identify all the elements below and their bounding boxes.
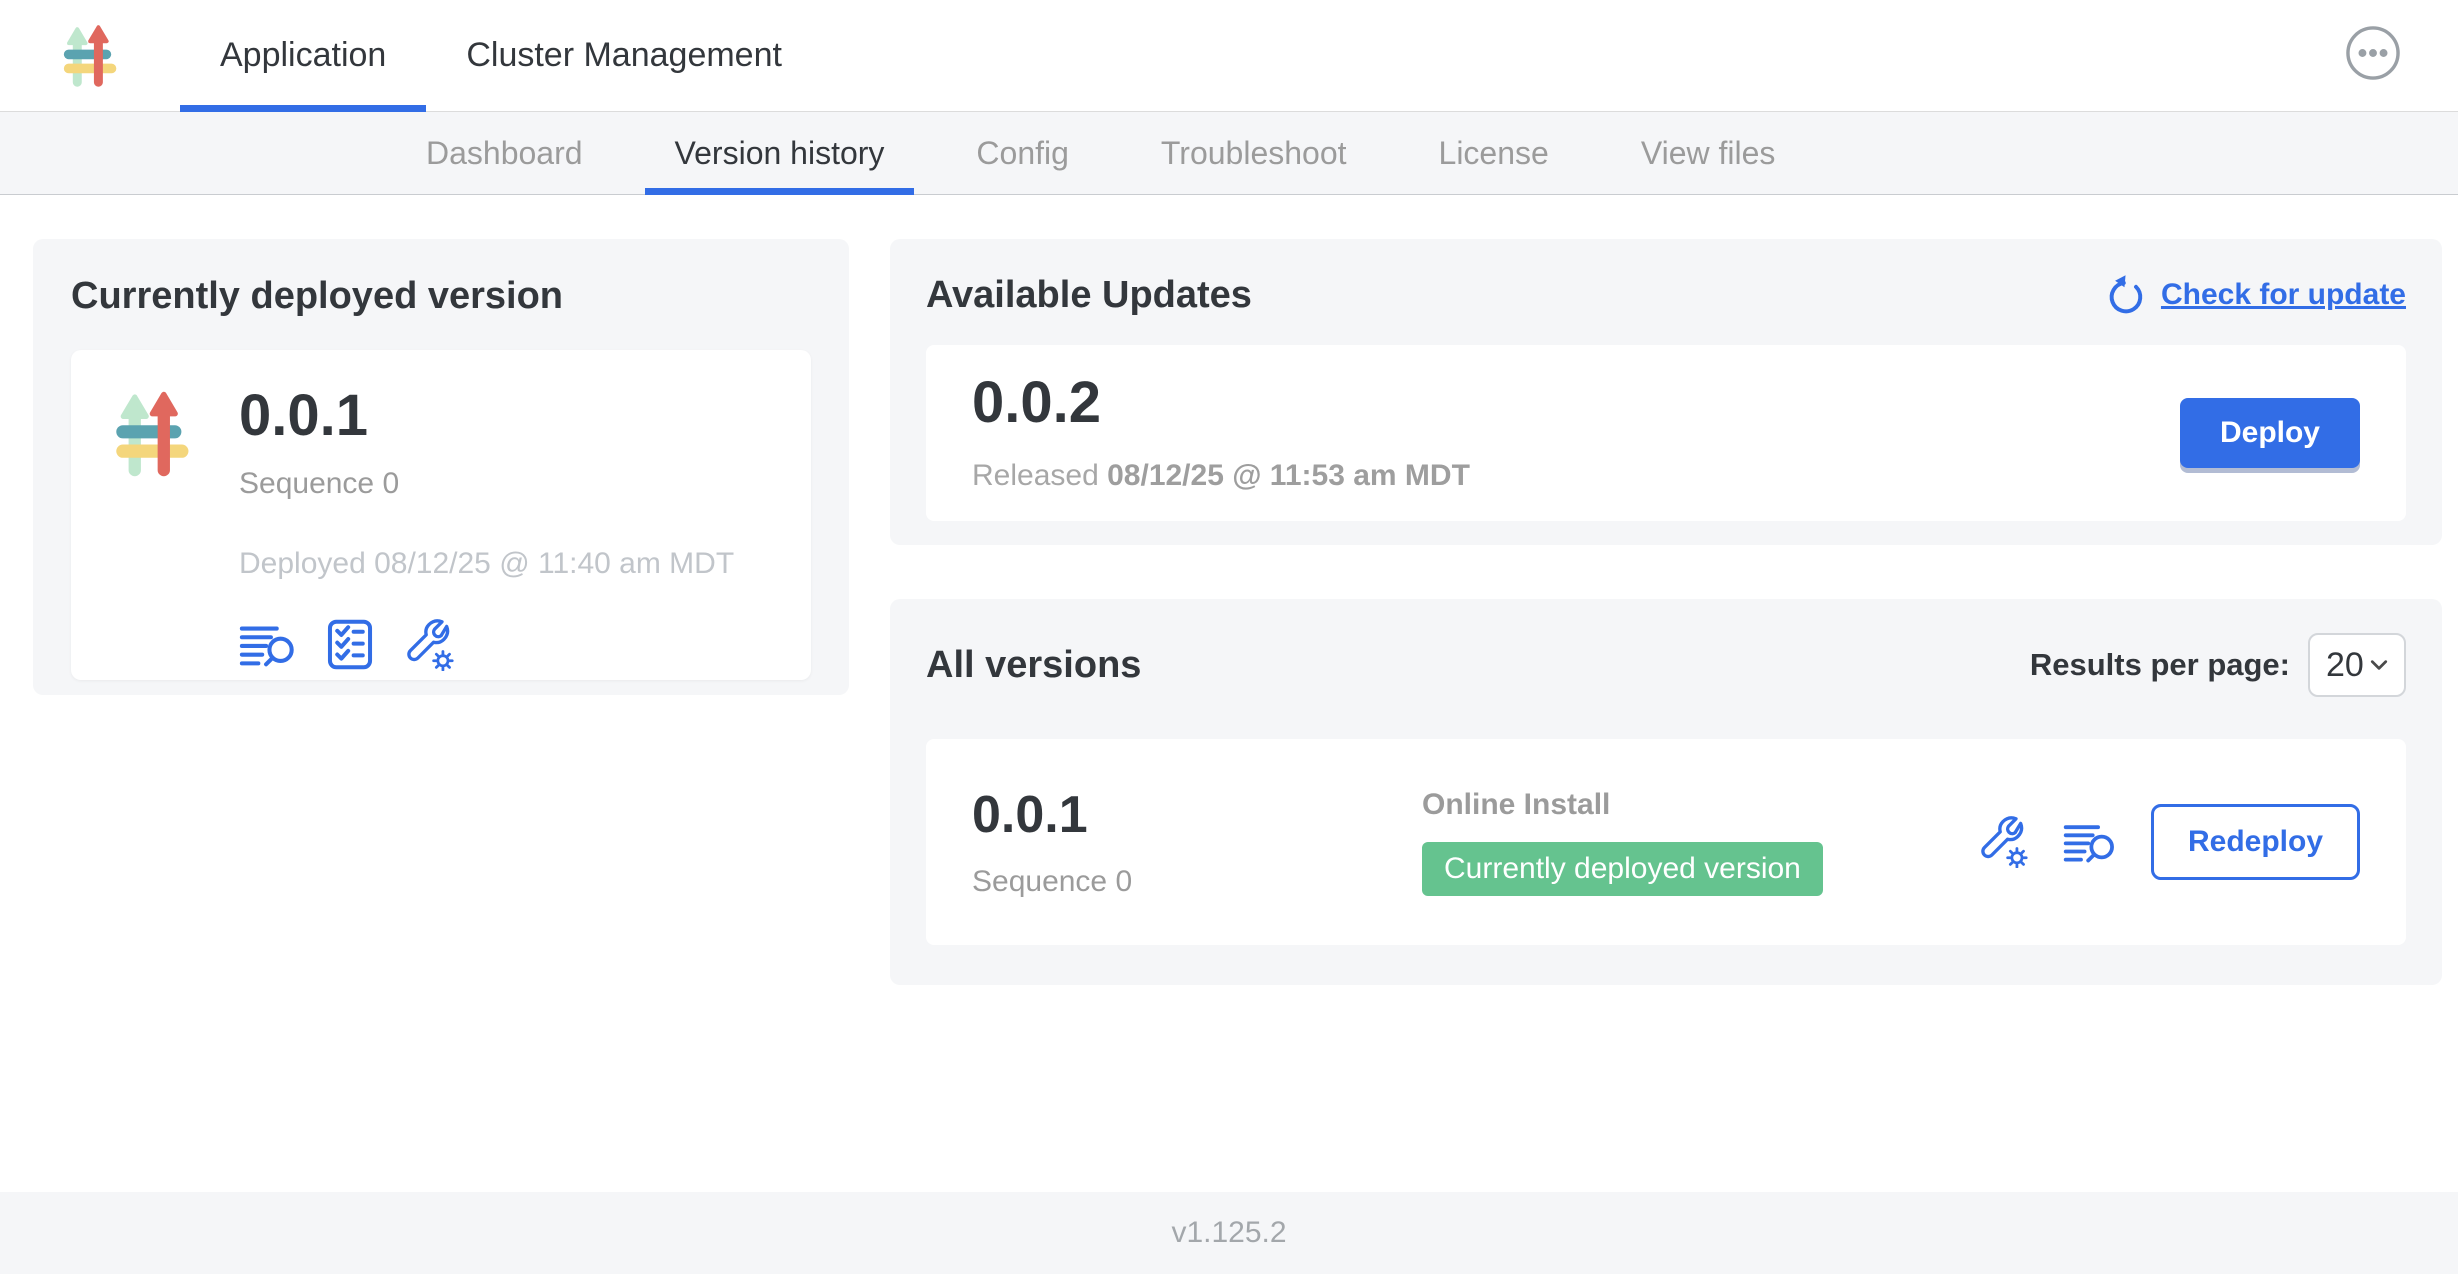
check-for-update-link[interactable]: Check for update	[2103, 273, 2406, 317]
deployed-card-title: Currently deployed version	[71, 275, 811, 318]
subnav-tab-troubleshoot[interactable]: Troubleshoot	[1131, 112, 1377, 194]
release-notes-diff-icon[interactable]	[2063, 821, 2117, 864]
header-right	[2344, 24, 2402, 87]
results-per-page-value: 20	[2326, 646, 2364, 685]
release-notes-diff-icon[interactable]	[239, 622, 297, 668]
results-per-page-label: Results per page:	[2030, 647, 2290, 683]
deploy-button[interactable]: Deploy	[2180, 398, 2360, 468]
active-tab-underline	[180, 105, 426, 112]
update-released-line: Released 08/12/25 @ 11:53 am MDT	[972, 459, 1470, 493]
results-per-page-select[interactable]: 20	[2308, 633, 2406, 697]
config-wrench-gear-icon[interactable]	[403, 619, 455, 671]
released-prefix: Released	[972, 459, 1099, 492]
deployed-version-number: 0.0.1	[239, 386, 734, 447]
row-version-info: 0.0.1 Sequence 0	[972, 785, 1422, 899]
subnav-tab-view-files[interactable]: View files	[1611, 112, 1806, 194]
tab-application[interactable]: Application	[180, 0, 426, 111]
row-sequence: Sequence 0	[972, 865, 1422, 899]
active-subnav-underline	[645, 188, 915, 195]
tab-cluster-management[interactable]: Cluster Management	[426, 0, 822, 111]
preflight-checks-icon[interactable]	[327, 619, 373, 670]
app-subnav: Dashboard Version history Config Trouble…	[0, 112, 2458, 195]
header-tabs: Application Cluster Management	[180, 0, 822, 111]
chevron-down-icon	[2370, 659, 2388, 671]
available-updates-title: Available Updates	[926, 274, 1252, 317]
tab-cluster-management-label: Cluster Management	[466, 36, 782, 75]
refresh-icon	[2103, 273, 2147, 317]
currently-deployed-card: Currently deployed version 0.0.1 Sequenc…	[33, 239, 849, 695]
subnav-tab-config[interactable]: Config	[946, 112, 1099, 194]
console-version: v1.125.2	[1171, 1216, 1286, 1250]
tab-application-label: Application	[220, 36, 386, 75]
check-for-update-label: Check for update	[2161, 278, 2406, 312]
all-versions-title: All versions	[926, 644, 1141, 687]
config-wrench-gear-icon[interactable]	[1977, 816, 2029, 868]
main-content: Currently deployed version 0.0.1 Sequenc…	[0, 195, 2458, 1191]
all-versions-header: All versions Results per page: 20	[926, 633, 2406, 697]
deployed-actions	[239, 619, 734, 671]
version-row: 0.0.1 Sequence 0 Online Install Currentl…	[926, 739, 2406, 945]
released-timestamp: 08/12/25 @ 11:53 am MDT	[1107, 459, 1470, 492]
app-footer: v1.125.2	[0, 1192, 2458, 1274]
row-actions: Redeploy	[1977, 804, 2360, 880]
update-version-number: 0.0.2	[972, 373, 1470, 434]
app-logo-icon	[111, 390, 199, 478]
deployed-version-panel: 0.0.1 Sequence 0 Deployed 08/12/25 @ 11:…	[71, 350, 811, 680]
available-updates-header: Available Updates Check for update	[926, 273, 2406, 317]
results-per-page: Results per page: 20	[2030, 633, 2406, 697]
ellipsis-menu-icon[interactable]	[2344, 24, 2402, 82]
deployed-timestamp: Deployed 08/12/25 @ 11:40 am MDT	[239, 547, 734, 581]
all-versions-card: All versions Results per page: 20 0.0.1 …	[890, 599, 2442, 985]
subnav-tab-dashboard[interactable]: Dashboard	[396, 112, 613, 194]
kots-admin-console: Application Cluster Management Dashboard	[0, 0, 2458, 1274]
update-info: 0.0.2 Released 08/12/25 @ 11:53 am MDT	[972, 373, 1470, 494]
available-update-row: 0.0.2 Released 08/12/25 @ 11:53 am MDT D…	[926, 345, 2406, 521]
redeploy-button[interactable]: Redeploy	[2151, 804, 2360, 880]
app-logo-icon	[60, 24, 124, 88]
install-type-label: Online Install	[1422, 788, 1977, 822]
currently-deployed-badge: Currently deployed version	[1422, 842, 1823, 896]
app-header: Application Cluster Management	[0, 0, 2458, 112]
row-version-number: 0.0.1	[972, 785, 1422, 845]
row-install-info: Online Install Currently deployed versio…	[1422, 788, 1977, 896]
deployed-version-info: 0.0.1 Sequence 0 Deployed 08/12/25 @ 11:…	[239, 386, 734, 644]
subnav-tab-version-history[interactable]: Version history	[645, 112, 915, 194]
deployed-sequence: Sequence 0	[239, 467, 734, 501]
subnav-tab-license[interactable]: License	[1409, 112, 1579, 194]
available-updates-card: Available Updates Check for update 0.0.2…	[890, 239, 2442, 545]
